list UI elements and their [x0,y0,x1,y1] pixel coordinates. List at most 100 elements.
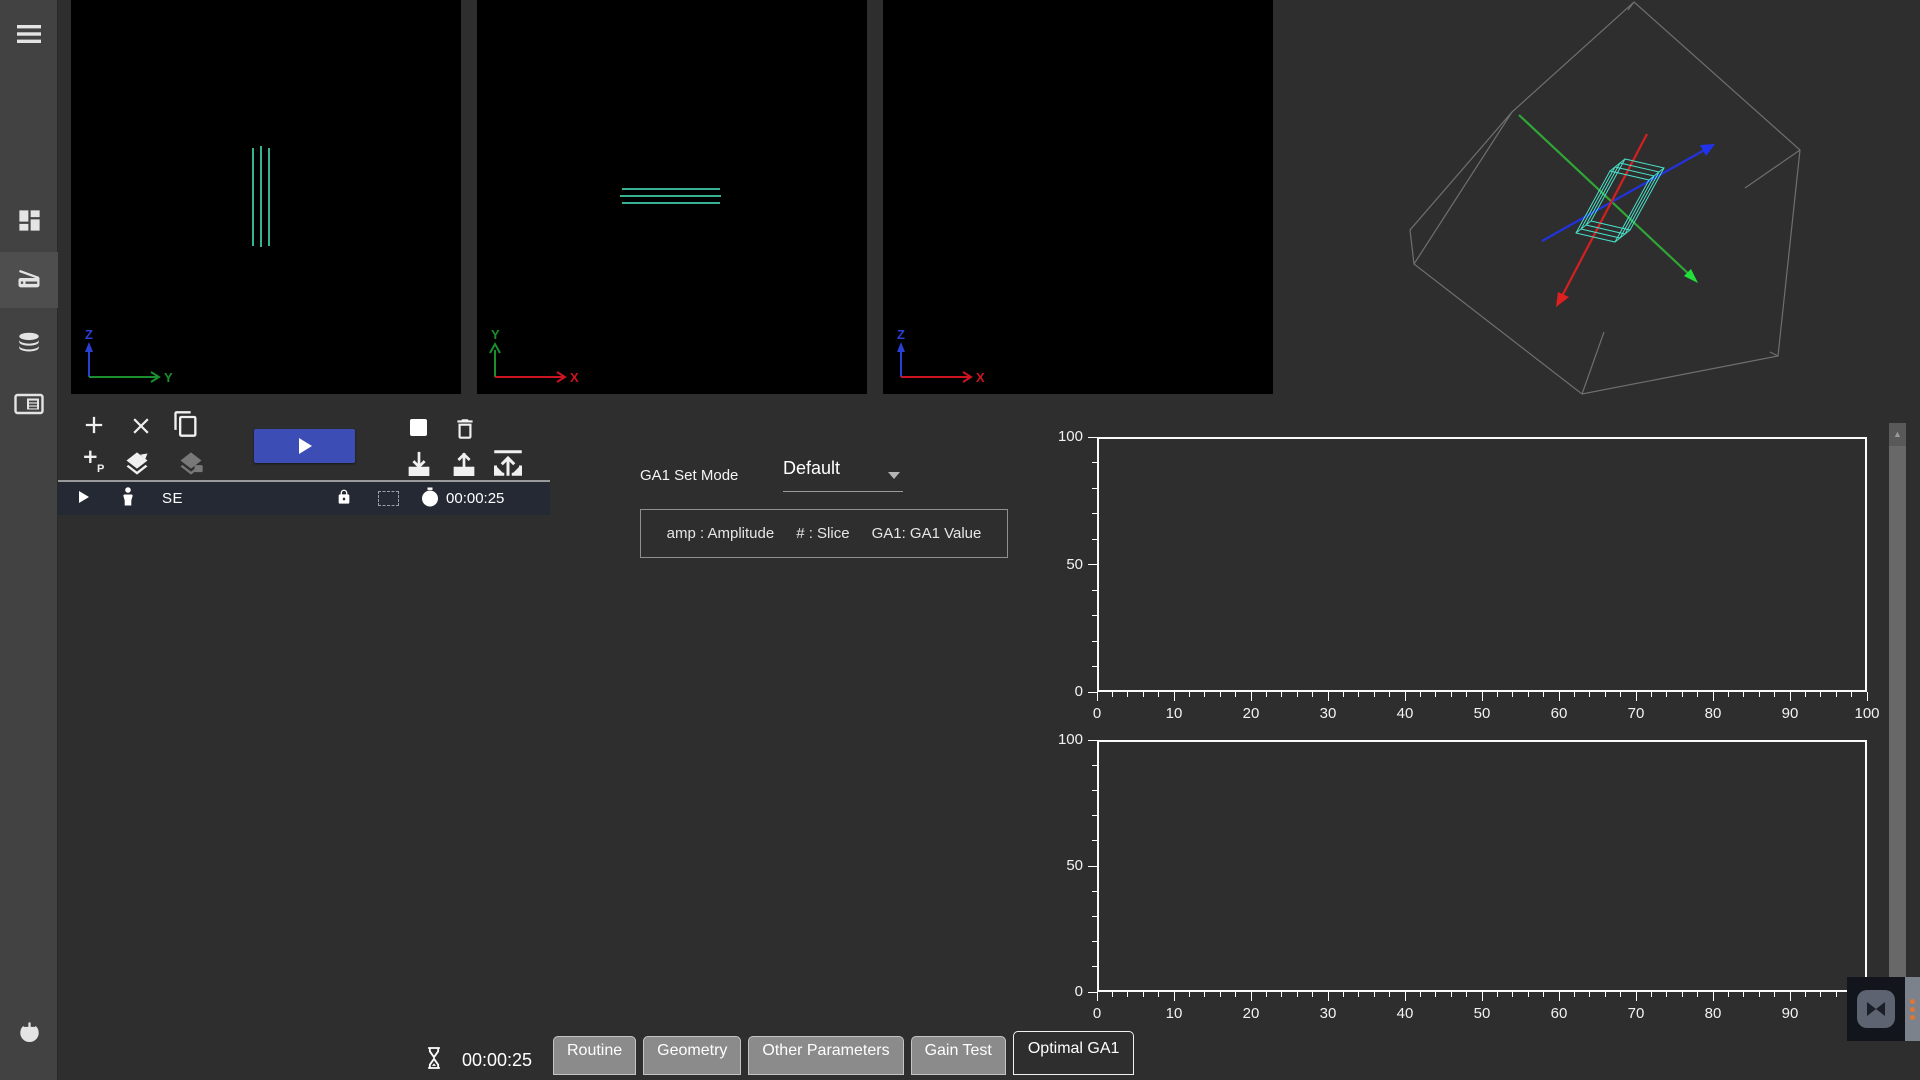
scroll-up-button[interactable]: ▲ [1889,423,1906,446]
x-tick-label: 90 [1768,705,1812,722]
x-minor-tick [1743,692,1744,697]
x-minor-tick [1543,992,1544,997]
x-tick-label: 20 [1229,1005,1273,1022]
y-minor-tick [1092,891,1097,892]
svg-text:P: P [97,463,104,475]
x-minor-tick [1697,692,1698,697]
app-root: Z Y Y X Z X [0,0,1920,1080]
x-minor-tick [1112,992,1113,997]
x-minor-tick [1605,692,1606,697]
y-major-tick [1088,866,1097,867]
handle-dot [1910,1007,1915,1012]
x-tick-label: 10 [1152,705,1196,722]
x-minor-tick [1743,992,1744,997]
axis-indicator: Z Y [81,328,261,386]
y-major-tick [1088,740,1097,741]
sequence-row[interactable]: SE 00:00:25 [58,482,550,515]
download-button[interactable] [404,450,434,478]
ga1-mode-value: Default [783,458,840,478]
x-minor-tick [1204,692,1205,697]
sidebar-item-scanner[interactable] [0,252,58,308]
menu-button[interactable] [0,8,58,64]
widget-app-icon[interactable] [1857,990,1895,1028]
y-tick-label: 50 [1039,556,1083,573]
x-minor-tick [1389,992,1390,997]
x-major-tick [1328,692,1329,701]
tab-optimal-ga1[interactable]: Optimal GA1 [1013,1031,1135,1075]
stopwatch-icon [421,487,439,511]
widget-handle[interactable] [1905,977,1920,1041]
sidebar-item-database[interactable] [0,318,58,374]
x-minor-tick [1358,692,1359,697]
x-tick-label: 10 [1152,1005,1196,1022]
x-minor-tick [1589,692,1590,697]
sidebar-item-dashboard[interactable] [0,195,58,251]
tab-other-parameters[interactable]: Other Parameters [748,1036,903,1075]
x-minor-tick [1420,992,1421,997]
x-minor-tick [1143,692,1144,697]
power-button[interactable] [0,1008,58,1064]
publish-button[interactable] [490,447,526,478]
x-major-tick [1328,992,1329,1001]
x-major-tick [1559,692,1560,701]
sequence-play-icon[interactable] [78,490,90,508]
y-tick-label: 50 [1039,857,1083,874]
stop-button[interactable] [408,417,428,437]
y-minor-tick [1092,815,1097,816]
x-minor-tick [1266,992,1267,997]
tab-routine[interactable]: Routine [553,1036,636,1075]
x-tick-label: 0 [1075,705,1119,722]
y-minor-tick [1092,513,1097,514]
x-tick-label: 30 [1306,705,1350,722]
legend-item: # : Slice [796,525,849,542]
duplicate-button[interactable] [171,408,201,440]
ga1-mode-select[interactable]: Default [783,458,905,492]
view3d-scene[interactable] [1400,0,1820,400]
sidebar [0,0,58,1080]
sidebar-item-protocols[interactable] [0,378,58,434]
vertical-scrollbar[interactable]: ▲ [1889,423,1906,990]
viewport-transverse[interactable]: Y X [477,0,867,394]
corner-widget[interactable] [1847,977,1920,1041]
x-minor-tick [1759,692,1760,697]
export-layers-button[interactable] [120,450,154,478]
lock-icon[interactable] [336,487,352,511]
run-button[interactable] [254,429,355,463]
legend-item: amp : Amplitude [667,525,775,542]
viewport-coronal[interactable]: Z Y [71,0,461,394]
viewport-sagittal[interactable]: Z X [883,0,1273,394]
x-minor-tick [1358,992,1359,997]
import-layers-button[interactable] [174,450,208,478]
upload-button[interactable] [449,450,479,478]
remove-button[interactable] [127,412,154,439]
add-button[interactable] [80,411,108,439]
y-minor-tick [1092,590,1097,591]
x-minor-tick [1220,992,1221,997]
handle-dot [1910,999,1915,1004]
x-minor-tick [1312,992,1313,997]
x-major-tick [1482,692,1483,701]
x-tick-label: 40 [1383,1005,1427,1022]
selection-box-icon[interactable] [378,491,399,506]
tab-geometry[interactable]: Geometry [643,1036,741,1075]
x-tick-label: 60 [1537,705,1581,722]
tab-gain-test[interactable]: Gain Test [911,1036,1006,1075]
delete-button[interactable] [451,413,479,445]
patient-icon [122,487,134,510]
x-minor-tick [1836,992,1837,997]
add-protocol-button[interactable]: P [80,446,106,476]
x-minor-tick [1374,692,1375,697]
x-minor-tick [1466,992,1467,997]
x-minor-tick [1836,692,1837,697]
close-icon [128,413,154,439]
y-minor-tick [1092,666,1097,667]
slice-line [622,202,720,204]
x-major-tick [1405,692,1406,701]
x-minor-tick [1389,692,1390,697]
x-minor-tick [1451,992,1452,997]
x-tick-label: 40 [1383,705,1427,722]
x-minor-tick [1466,692,1467,697]
x-minor-tick [1158,692,1159,697]
x-tick-label: 50 [1460,705,1504,722]
x-minor-tick [1143,992,1144,997]
